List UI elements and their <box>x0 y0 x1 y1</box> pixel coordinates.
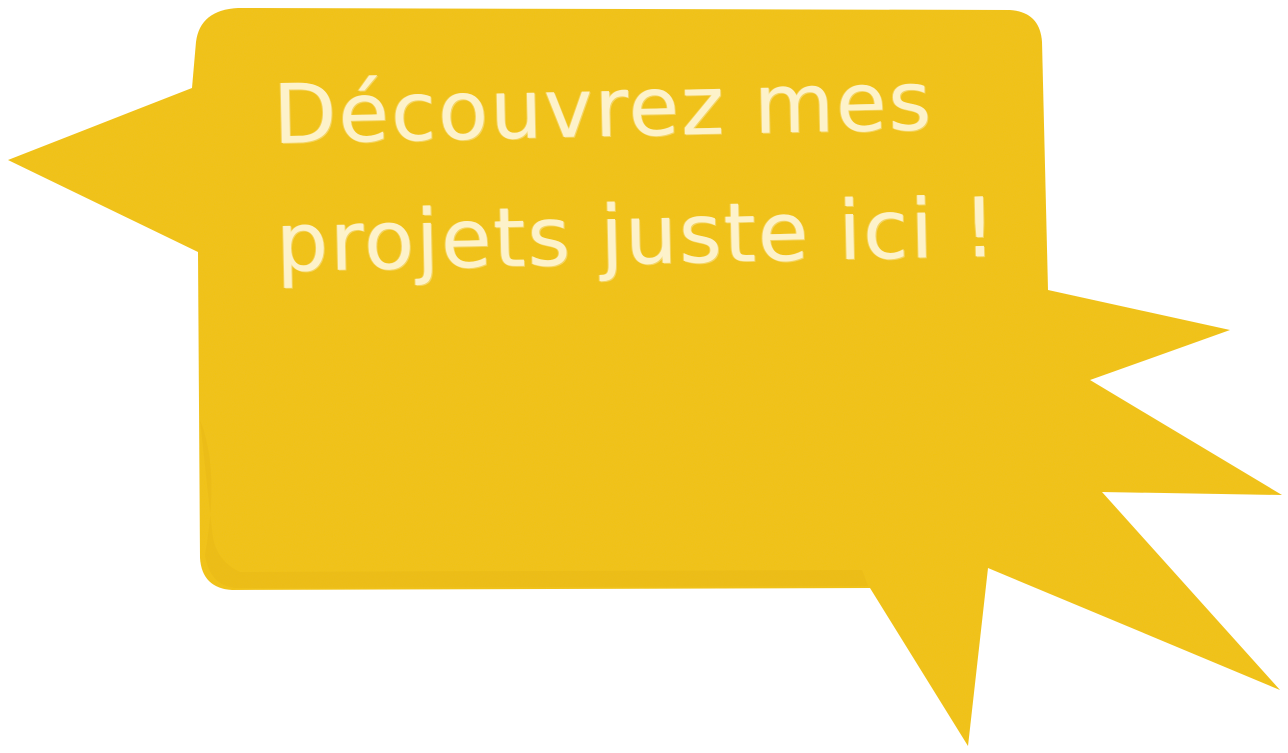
bubble-message: Découvrez mes projets juste ici ! <box>272 37 999 308</box>
bubble-message-line-1: Découvrez mes <box>272 54 935 163</box>
bubble-message-line-2: projets juste ici ! <box>275 180 999 291</box>
speech-bubble-banner: Découvrez mes projets juste ici ! <box>0 0 1288 753</box>
